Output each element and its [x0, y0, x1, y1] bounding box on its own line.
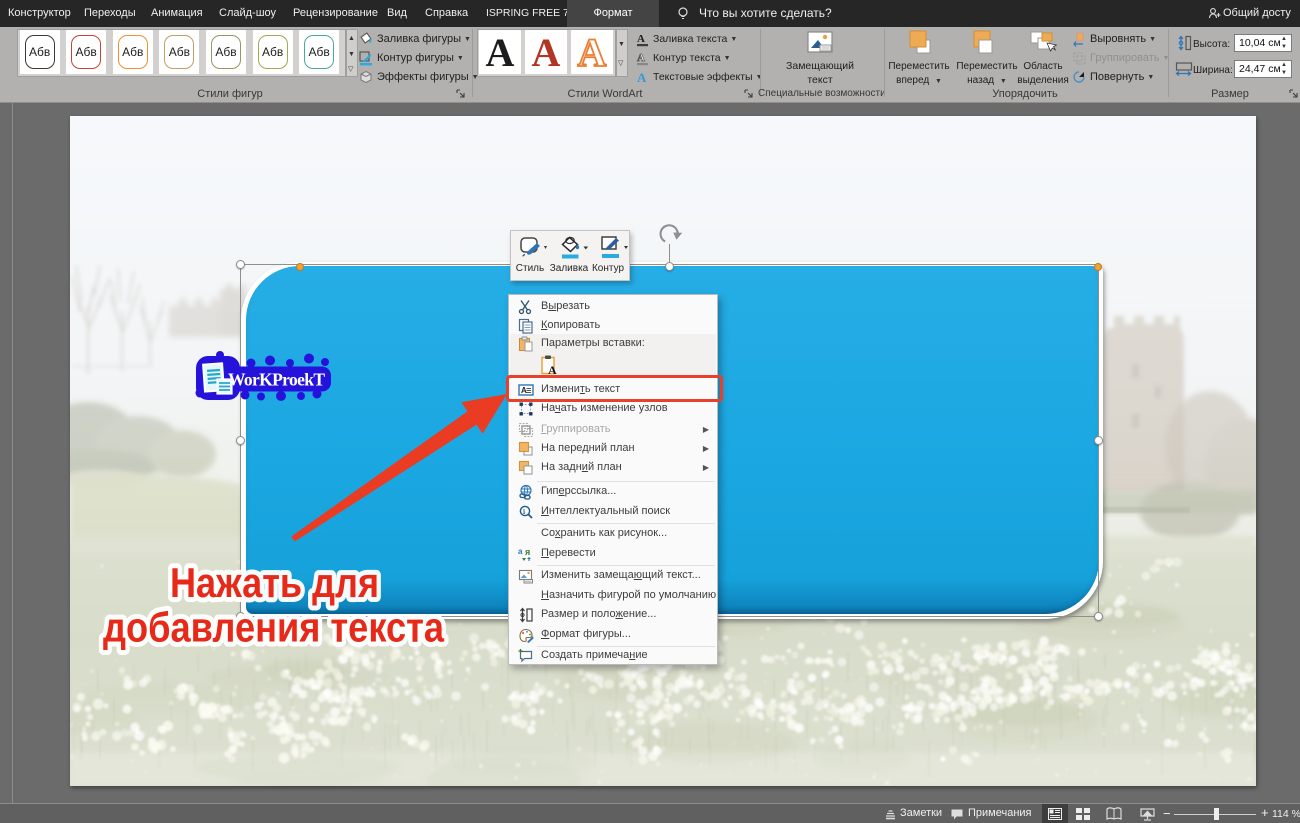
svg-text:А: А: [637, 70, 647, 85]
svg-text:А: А: [637, 52, 645, 64]
svg-text:я: я: [525, 547, 530, 557]
svg-text:i: i: [523, 507, 525, 516]
svg-text:а: а: [518, 547, 523, 556]
svg-text:добавления текста: добавления текста: [103, 604, 445, 651]
svg-text:A: A: [548, 363, 557, 375]
svg-text:А: А: [637, 33, 645, 45]
svg-text:Нажать для: Нажать для: [170, 559, 379, 606]
